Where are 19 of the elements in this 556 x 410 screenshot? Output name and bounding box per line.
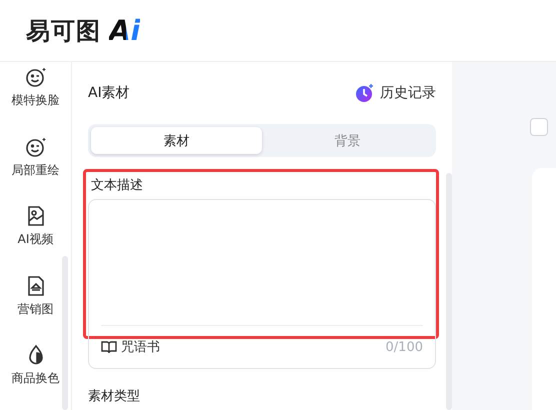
sidebar-item[interactable]: 局部重绘 <box>0 132 71 202</box>
clock-icon <box>355 83 375 103</box>
character-counter: 0/100 <box>386 340 423 354</box>
text-description-field[interactable]: 咒语书 0/100 <box>88 199 436 369</box>
book-icon <box>101 340 117 354</box>
panel-title: AI素材 <box>88 84 130 102</box>
section-label: 文本描述 <box>91 177 144 194</box>
smiley-icon <box>24 66 46 88</box>
smiley-icon <box>24 136 46 158</box>
sidebar-item[interactable]: 商品换色 <box>0 340 71 410</box>
logo-text: 易可图 <box>26 16 101 46</box>
spellbook-button[interactable]: 咒语书 <box>101 338 160 356</box>
section-label: 素材类型 <box>88 388 140 405</box>
sidebar-item[interactable]: 营销图 <box>0 270 71 340</box>
sidebar-item[interactable]: AI视频 <box>0 201 71 271</box>
tab[interactable]: 素材 <box>91 127 262 154</box>
history-link[interactable]: 历史记录 <box>380 84 436 102</box>
checkbox[interactable] <box>530 118 548 136</box>
sidebar-item[interactable]: 模特换脸 <box>0 62 71 132</box>
